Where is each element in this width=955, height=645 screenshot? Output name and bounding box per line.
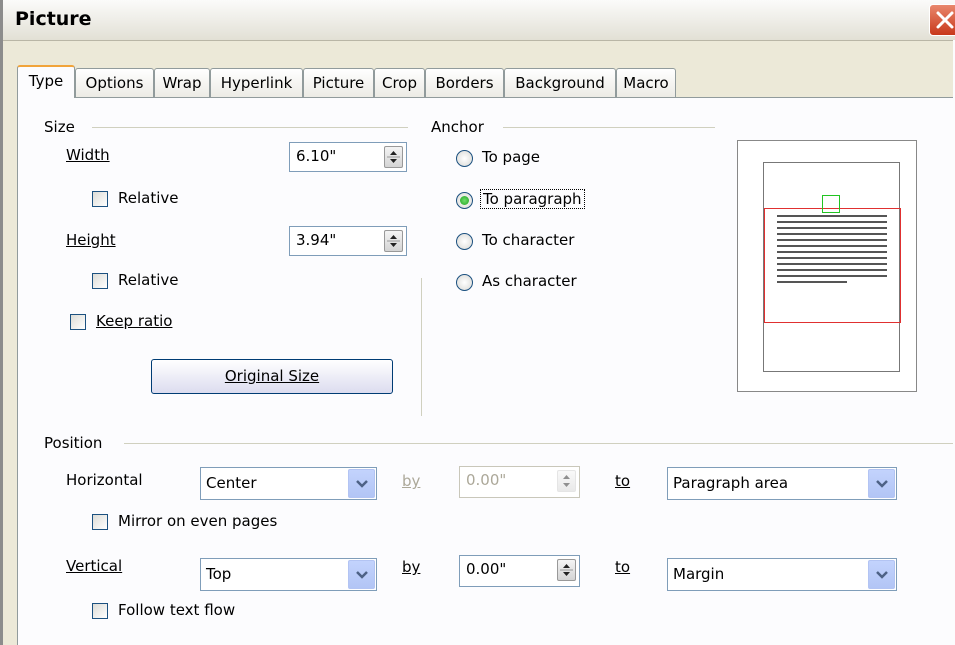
preview-text-line [777, 257, 887, 259]
follow-text-flow-checkbox[interactable] [92, 603, 108, 619]
size-section-label: Size [44, 118, 75, 136]
horizontal-to-select[interactable]: Paragraph area [667, 467, 897, 500]
anchor-radio-to-character[interactable] [456, 233, 473, 250]
chevron-down-icon[interactable] [348, 469, 375, 498]
preview-text-line [777, 263, 887, 265]
preview-text-line [777, 245, 887, 247]
tab-crop[interactable]: Crop [374, 68, 425, 97]
mirror-even-pages-checkbox[interactable] [92, 514, 108, 530]
tab-borders[interactable]: Borders [425, 68, 504, 97]
horizontal-select[interactable]: Center [200, 467, 377, 500]
keep-ratio-checkbox[interactable] [70, 314, 86, 330]
spin-arrows-icon[interactable] [384, 230, 403, 252]
anchor-radio-to-page[interactable] [456, 150, 473, 167]
position-section-label: Position [44, 434, 103, 452]
close-icon [936, 11, 954, 29]
size-anchor-divider [421, 278, 422, 416]
spin-arrows-icon[interactable] [384, 146, 403, 168]
vertical-by-spinbox[interactable]: 0.00" [459, 555, 580, 587]
keep-ratio-label: Keep ratio [96, 312, 173, 330]
size-separator [92, 127, 408, 128]
vertical-by-value: 0.00" [466, 560, 507, 578]
horizontal-by-value: 0.00" [466, 471, 507, 489]
width-relative-label: Relative [118, 189, 179, 207]
type-tab-panel: Size Width 6.10" Relative Height 3.94" R… [17, 97, 955, 645]
tab-macro[interactable]: Macro [616, 68, 676, 97]
width-relative-checkbox[interactable] [92, 191, 108, 207]
horizontal-to-label: to [615, 472, 631, 490]
title-bar[interactable]: Picture [3, 0, 955, 41]
spin-arrows-icon[interactable] [557, 559, 576, 581]
spin-arrows-icon[interactable] [557, 470, 576, 492]
horizontal-by-spinbox[interactable]: 0.00" [459, 466, 580, 498]
horizontal-by-label: by [402, 472, 421, 490]
original-size-button[interactable]: Original Size [151, 359, 393, 394]
preview-text-line [777, 215, 887, 217]
height-relative-label: Relative [118, 271, 179, 289]
vertical-by-label: by [402, 558, 421, 576]
chevron-down-icon[interactable] [868, 469, 895, 498]
horizontal-to-value: Paragraph area [673, 474, 789, 492]
vertical-value: Top [206, 565, 232, 583]
picture-dialog: Picture Type Options Wrap Hyperlink Pict… [0, 0, 955, 645]
preview-paragraph-area [764, 208, 901, 323]
vertical-to-label: to [615, 558, 631, 576]
anchor-radio-as-character[interactable] [456, 274, 473, 291]
anchor-as-character-label: As character [482, 272, 577, 290]
anchor-separator [503, 127, 715, 128]
preview-anchor-marker [822, 195, 840, 213]
tab-picture[interactable]: Picture [303, 68, 374, 97]
preview-text-line [777, 251, 887, 253]
tab-background[interactable]: Background [504, 68, 616, 97]
preview-text-line [777, 269, 887, 271]
tab-hyperlink[interactable]: Hyperlink [210, 68, 303, 97]
preview-text-line [777, 233, 887, 235]
tab-wrap[interactable]: Wrap [154, 68, 210, 97]
preview-text-line [777, 239, 887, 241]
close-button[interactable] [929, 4, 955, 36]
mirror-even-pages-label: Mirror on even pages [118, 512, 278, 530]
tab-options[interactable]: Options [75, 68, 154, 97]
width-spinbox[interactable]: 6.10" [289, 142, 407, 172]
original-size-label: Original Size [224, 367, 320, 385]
dialog-title: Picture [15, 8, 92, 30]
chevron-down-icon[interactable] [348, 560, 375, 589]
anchor-to-page-label: To page [482, 148, 541, 166]
height-value: 3.94" [296, 231, 337, 249]
preview-text-line [777, 275, 887, 277]
anchor-to-paragraph-label: To paragraph [480, 189, 585, 209]
horizontal-value: Center [206, 474, 257, 492]
height-relative-checkbox[interactable] [92, 273, 108, 289]
width-value: 6.10" [296, 147, 337, 165]
vertical-to-select[interactable]: Margin [667, 558, 897, 591]
vertical-to-value: Margin [673, 565, 725, 583]
anchor-radio-to-paragraph[interactable] [456, 192, 473, 209]
anchor-preview [737, 140, 917, 392]
follow-text-flow-label: Follow text flow [118, 601, 236, 619]
width-label: Width [66, 146, 110, 164]
preview-page [763, 162, 901, 372]
position-separator [124, 443, 954, 444]
preview-text-line [777, 227, 887, 229]
vertical-label: Vertical [66, 557, 123, 575]
anchor-to-character-label: To character [482, 231, 575, 249]
radio-selected-dot [460, 196, 469, 205]
preview-text-line [777, 281, 847, 283]
height-spinbox[interactable]: 3.94" [289, 226, 407, 256]
preview-text-line [777, 221, 887, 223]
horizontal-label: Horizontal [66, 471, 143, 489]
tab-type[interactable]: Type [17, 65, 75, 98]
height-label: Height [66, 231, 116, 249]
chevron-down-icon[interactable] [868, 560, 895, 589]
vertical-select[interactable]: Top [200, 558, 377, 591]
anchor-section-label: Anchor [431, 118, 484, 136]
